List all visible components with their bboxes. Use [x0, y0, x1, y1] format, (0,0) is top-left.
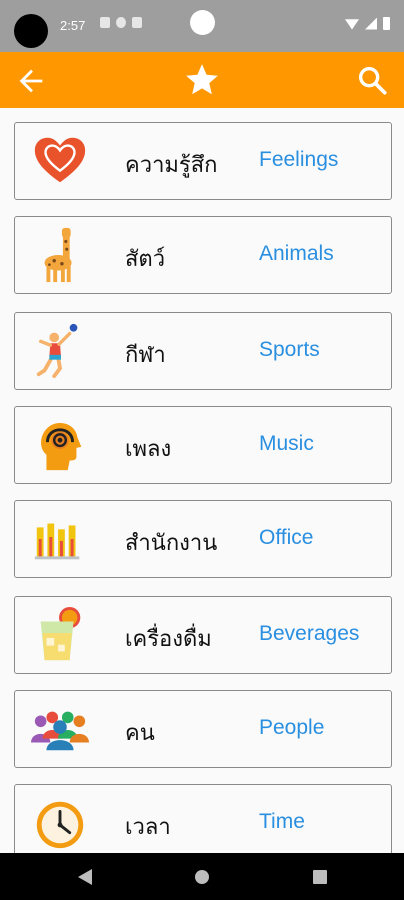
wifi-icon	[345, 19, 359, 30]
status-time: 2:57	[60, 18, 86, 33]
bar-chart-icon	[34, 523, 80, 560]
category-thai-label: เพลง	[125, 437, 172, 462]
sd-card-icon	[132, 17, 142, 28]
category-thai-label: เวลา	[125, 815, 171, 840]
people-group-icon	[31, 711, 89, 751]
category-thai-label: สำนักงาน	[125, 531, 218, 556]
category-thai-label: ความรู้สึก	[125, 153, 218, 178]
app-notification-icon	[116, 17, 126, 28]
status-bar: 2:57	[0, 0, 404, 52]
nav-recents-button[interactable]	[313, 870, 327, 884]
category-card-sports[interactable]: กีฬา Sports	[14, 312, 392, 390]
image-notification-icon	[100, 17, 110, 28]
category-thai-label: คน	[125, 721, 155, 746]
category-english-label: Animals	[259, 242, 334, 265]
volleyball-player-icon	[36, 323, 78, 379]
system-status-icons	[345, 17, 390, 30]
system-navigation-bar	[0, 853, 404, 900]
category-english-label: People	[259, 716, 325, 739]
category-card-time[interactable]: เวลา Time	[14, 784, 392, 853]
category-english-label: Sports	[259, 338, 320, 361]
signal-icon	[365, 17, 377, 30]
category-card-music[interactable]: เพลง Music	[14, 406, 392, 484]
back-arrow-icon[interactable]	[14, 64, 48, 98]
category-english-label: Feelings	[259, 148, 339, 171]
giraffe-icon	[44, 227, 72, 283]
camera-cutout	[14, 14, 48, 48]
app-bar	[0, 52, 404, 108]
heart-icon	[34, 137, 86, 183]
nav-back-button[interactable]	[78, 869, 92, 885]
star-icon[interactable]	[183, 61, 221, 99]
category-card-office[interactable]: สำนักงาน Office	[14, 500, 392, 578]
category-thai-label: เครื่องดื่ม	[125, 627, 212, 652]
juice-glass-icon	[40, 606, 81, 661]
category-english-label: Beverages	[259, 622, 360, 645]
category-card-feelings[interactable]: ความรู้สึก Feelings	[14, 122, 392, 200]
category-card-people[interactable]: คน People	[14, 690, 392, 768]
category-english-label: Time	[259, 810, 305, 833]
battery-icon	[383, 17, 390, 30]
category-list[interactable]: ความรู้สึก Feelings สัตว์ Animals กีฬา S…	[0, 108, 404, 853]
front-camera	[190, 10, 215, 35]
category-english-label: Music	[259, 432, 314, 455]
clock-icon	[36, 801, 84, 849]
category-english-label: Office	[259, 526, 314, 549]
category-thai-label: สัตว์	[125, 247, 166, 272]
category-card-beverages[interactable]: เครื่องดื่ม Beverages	[14, 596, 392, 674]
category-thai-label: กีฬา	[125, 343, 166, 368]
search-icon[interactable]	[355, 63, 389, 97]
notification-icons	[100, 17, 142, 28]
category-card-animals[interactable]: สัตว์ Animals	[14, 216, 392, 294]
headphones-head-icon	[41, 423, 82, 471]
nav-home-button[interactable]	[195, 870, 209, 884]
